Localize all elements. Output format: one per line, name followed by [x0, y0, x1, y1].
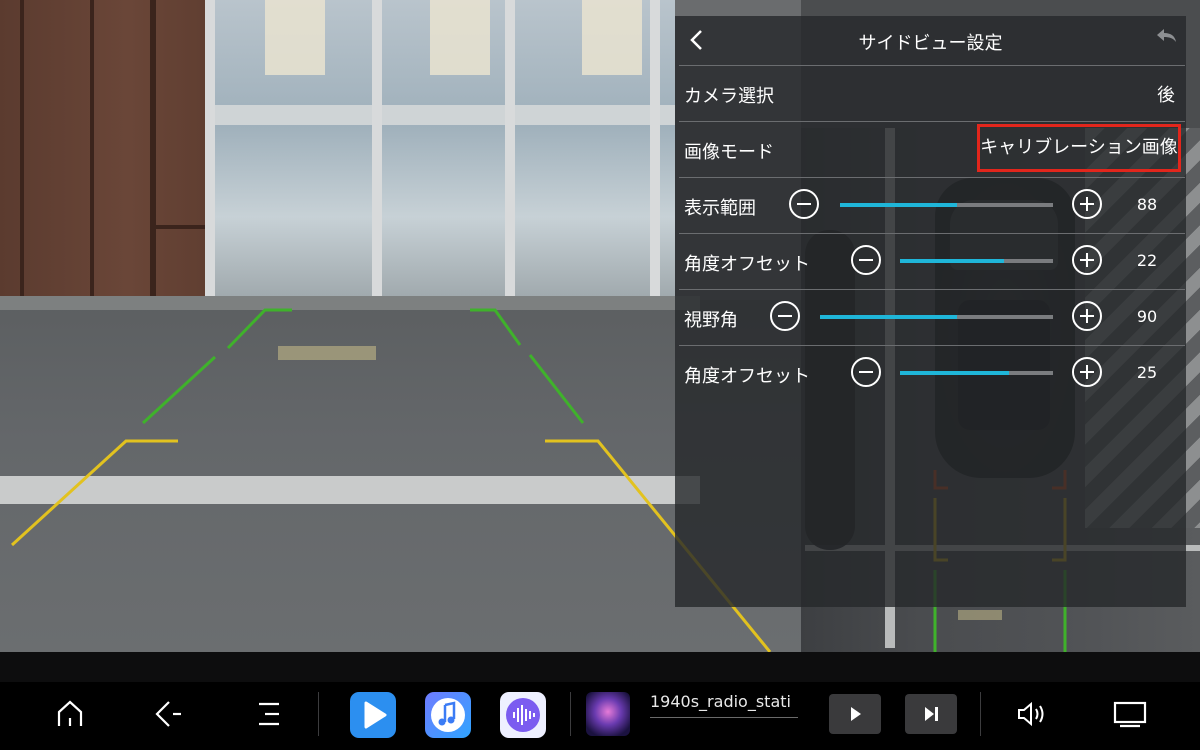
- display-range-slider[interactable]: [840, 203, 1053, 207]
- play-icon: [851, 707, 861, 721]
- angle-offset-value: 25: [1136, 363, 1158, 382]
- field-of-view-label: 視野角: [684, 310, 738, 331]
- field-of-view-value: 90: [1136, 307, 1158, 326]
- angle-offset-slider[interactable]: [900, 371, 1053, 375]
- display-range-value: 88: [1136, 195, 1158, 214]
- slider-fill: [820, 315, 958, 319]
- slider-fill: [900, 259, 1005, 263]
- angle-offset-row: 角度オフセット 25: [679, 345, 1185, 401]
- camera-select-label: カメラ選択: [684, 86, 774, 107]
- angle-offset-label: 角度オフセット: [684, 366, 810, 387]
- play-button[interactable]: [829, 694, 881, 734]
- field-of-view-row: 視野角 90: [679, 289, 1185, 345]
- angle-offset-value: 22: [1136, 251, 1158, 270]
- panel-title: サイドビュー設定: [858, 33, 1003, 54]
- image-mode-label: 画像モード: [684, 142, 774, 163]
- minus-icon[interactable]: [850, 356, 882, 388]
- angle-offset-slider[interactable]: [900, 259, 1053, 263]
- display-range-label: 表示範囲: [684, 198, 756, 219]
- menu-icon[interactable]: [245, 690, 293, 738]
- plus-icon[interactable]: [1071, 188, 1103, 220]
- image-mode-value[interactable]: キャリブレーション画像: [977, 124, 1181, 172]
- slider-fill: [840, 203, 958, 207]
- screen-icon[interactable]: [1106, 690, 1154, 738]
- audio-app-icon[interactable]: [500, 692, 546, 738]
- minus-icon[interactable]: [788, 188, 820, 220]
- camera-select-value[interactable]: 後: [1157, 81, 1175, 107]
- volume-icon[interactable]: [1007, 690, 1055, 738]
- camera-select-row[interactable]: カメラ選択 後: [679, 65, 1185, 121]
- music-app-icon[interactable]: [425, 692, 471, 738]
- taskbar: 1940s_radio_stati: [0, 652, 1200, 750]
- slider-fill: [900, 371, 1009, 375]
- side-view-settings-panel: サイドビュー設定 カメラ選択 後 画像モード キャリブレーション画像 表示範囲 …: [675, 16, 1186, 607]
- image-mode-row[interactable]: 画像モード キャリブレーション画像: [679, 121, 1185, 177]
- field-of-view-slider[interactable]: [820, 315, 1053, 319]
- display-range-row: 表示範囲 88: [679, 177, 1185, 233]
- return-icon[interactable]: [1153, 24, 1179, 50]
- home-icon[interactable]: [46, 690, 94, 738]
- plus-icon[interactable]: [1071, 356, 1103, 388]
- media-title: 1940s_radio_stati: [650, 692, 798, 718]
- angle-offset-row: 角度オフセット 22: [679, 233, 1185, 289]
- next-icon: [925, 707, 938, 721]
- angle-offset-label: 角度オフセット: [684, 254, 810, 275]
- plus-icon[interactable]: [1071, 244, 1103, 276]
- minus-icon[interactable]: [850, 244, 882, 276]
- panel-header: サイドビュー設定: [675, 16, 1186, 65]
- minus-icon[interactable]: [769, 300, 801, 332]
- back-icon[interactable]: [145, 690, 193, 738]
- plus-icon[interactable]: [1071, 300, 1103, 332]
- taskbar-shade: [0, 652, 1200, 682]
- video-player-app-icon[interactable]: [350, 692, 396, 738]
- album-art-thumbnail[interactable]: [586, 692, 630, 736]
- next-button[interactable]: [905, 694, 957, 734]
